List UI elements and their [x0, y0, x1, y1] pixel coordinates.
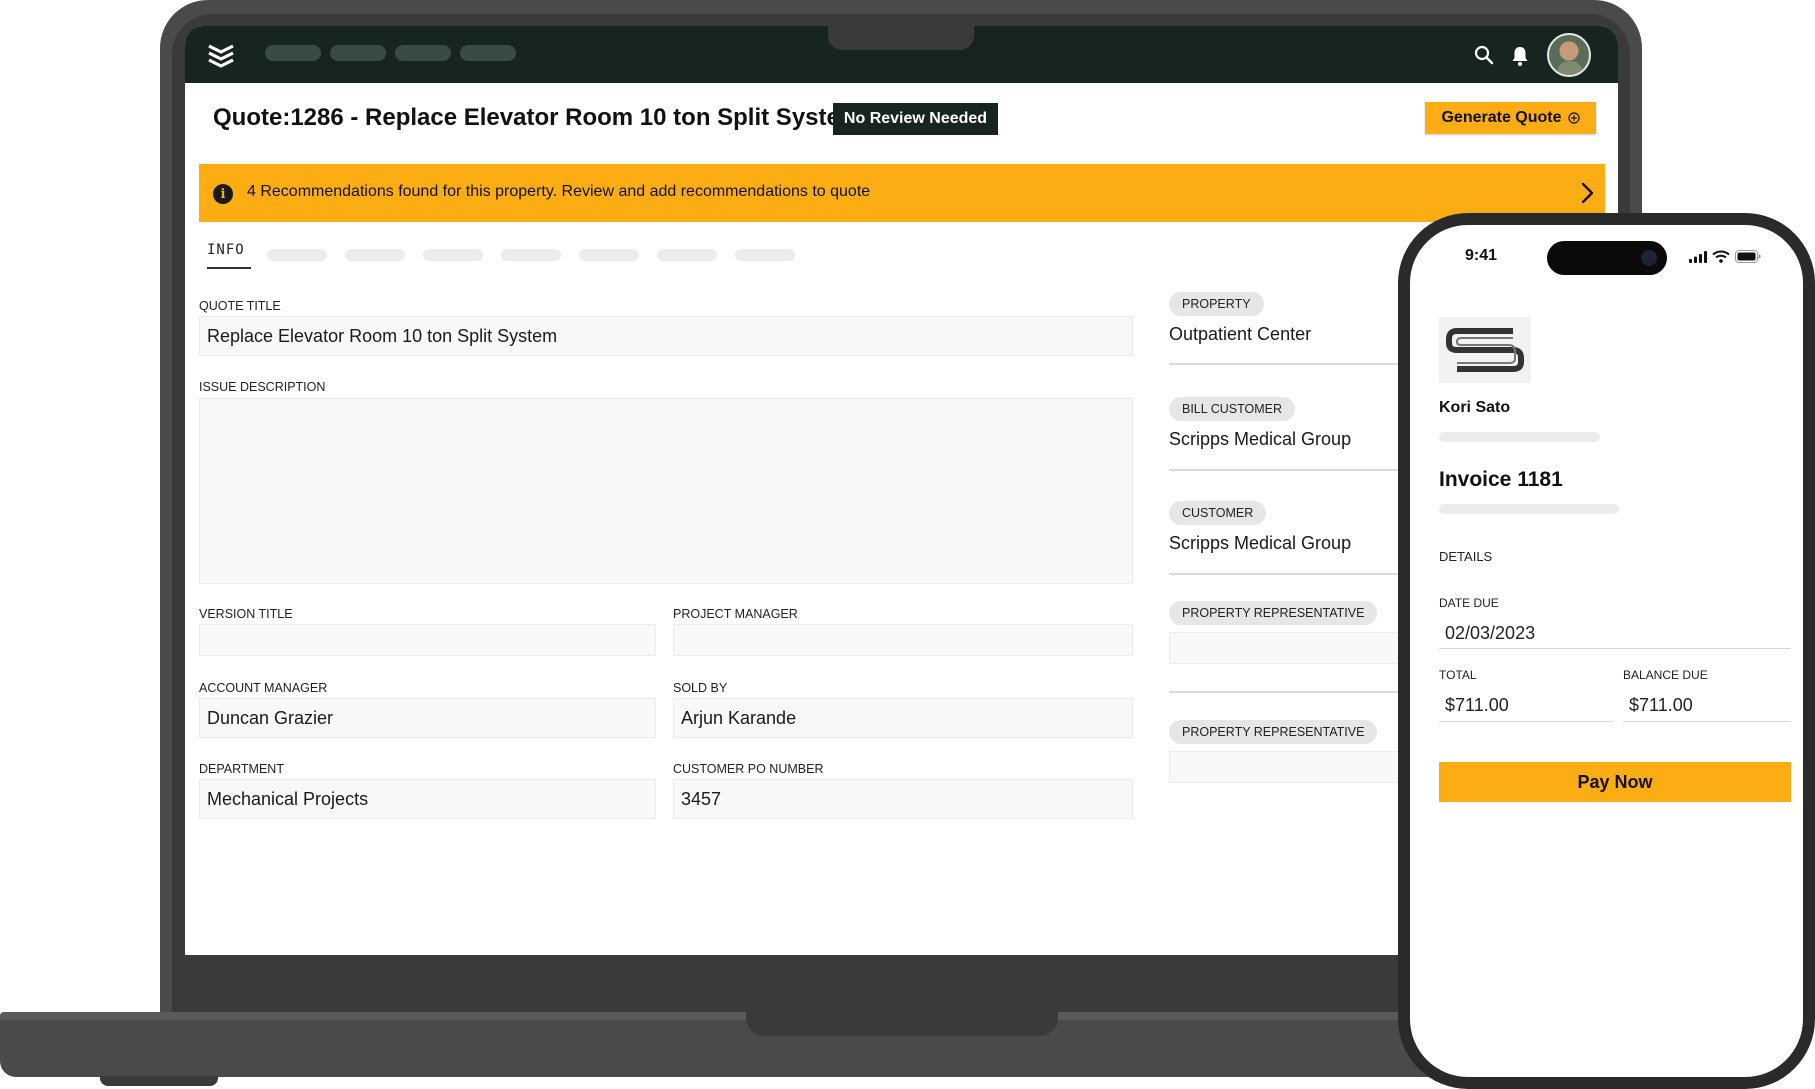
battery-icon [1735, 250, 1761, 263]
tab-placeholder[interactable] [267, 249, 327, 261]
phone-screen: 9:41 Kori Sato Invoice 1181 DETAILS DATE… [1410, 225, 1803, 1077]
page-title: Quote:1286 - Replace Elevator Room 10 to… [213, 104, 862, 131]
user-avatar[interactable] [1547, 33, 1591, 77]
camera-notch [828, 26, 974, 50]
tab-placeholder[interactable] [345, 249, 405, 261]
camera-icon [1641, 250, 1657, 266]
chevron-right-icon[interactable] [1579, 181, 1595, 205]
customer-value[interactable]: Scripps Medical Group [1169, 533, 1351, 554]
layers-logo-icon[interactable] [206, 40, 236, 70]
property-representative-field[interactable] [1169, 751, 1409, 783]
tab-placeholder[interactable] [735, 249, 795, 261]
info-icon: i [213, 184, 233, 204]
quote-title-label: QUOTE TITLE [199, 299, 281, 313]
sold-by-label: SOLD BY [673, 681, 728, 695]
tab-placeholder[interactable] [423, 249, 483, 261]
account-manager-field[interactable]: Duncan Grazier [199, 698, 656, 738]
recommendations-banner[interactable]: i 4 Recommendations found for this prope… [199, 164, 1605, 222]
bell-icon[interactable] [1510, 45, 1530, 67]
customer-po-label: CUSTOMER PO NUMBER [673, 762, 824, 776]
pay-now-button[interactable]: Pay Now [1439, 762, 1791, 802]
generate-quote-label: Generate Quote [1441, 109, 1562, 126]
plus-circle-icon [1567, 112, 1580, 124]
divider [1623, 721, 1791, 722]
status-badge: No Review Needed [833, 103, 998, 135]
bill-customer-value[interactable]: Scripps Medical Group [1169, 429, 1351, 450]
status-time: 9:41 [1465, 247, 1498, 264]
project-manager-label: PROJECT MANAGER [673, 607, 798, 621]
total-label: TOTAL [1439, 668, 1477, 682]
text-placeholder [1439, 504, 1619, 514]
divider [1169, 691, 1409, 693]
version-title-label: VERSION TITLE [199, 607, 293, 621]
customer-name: Kori Sato [1439, 399, 1511, 416]
department-field[interactable]: Mechanical Projects [199, 779, 656, 819]
nav-item-placeholder[interactable] [330, 45, 386, 61]
account-manager-label: ACCOUNT MANAGER [199, 681, 328, 695]
banner-text: 4 Recommendations found for this propert… [247, 183, 871, 200]
signal-icon [1689, 251, 1707, 263]
divider [1439, 721, 1613, 722]
wifi-icon [1712, 250, 1730, 263]
text-placeholder [1439, 432, 1600, 442]
customer-chip: CUSTOMER [1169, 501, 1267, 525]
nav-item-placeholder[interactable] [265, 45, 321, 61]
tab-placeholder[interactable] [501, 249, 561, 261]
invoice-title: Invoice 1181 [1439, 468, 1563, 491]
divider [1169, 573, 1409, 575]
balance-due-value: $711.00 [1629, 695, 1693, 715]
nav-item-placeholder[interactable] [460, 45, 516, 61]
property-value[interactable]: Outpatient Center [1169, 324, 1311, 345]
generate-quote-button[interactable]: Generate Quote [1425, 102, 1596, 134]
bill-customer-chip: BILL CUSTOMER [1169, 397, 1296, 421]
details-heading: DETAILS [1439, 549, 1493, 564]
search-icon[interactable] [1474, 45, 1494, 65]
divider [1169, 469, 1409, 471]
quote-title-field[interactable]: Replace Elevator Room 10 ton Split Syste… [199, 316, 1133, 356]
customer-po-field[interactable]: 3457 [673, 779, 1133, 819]
sold-by-field[interactable]: Arjun Karande [673, 698, 1133, 738]
version-title-field[interactable] [199, 624, 656, 656]
divider [1169, 363, 1409, 365]
property-representative-chip: PROPERTY REPRESENTATIVE [1169, 720, 1378, 744]
property-chip: PROPERTY [1169, 292, 1264, 316]
tab-info[interactable]: INFO [207, 242, 245, 258]
project-manager-field[interactable] [673, 624, 1133, 656]
issue-description-field[interactable] [199, 398, 1133, 584]
issue-description-label: ISSUE DESCRIPTION [199, 380, 326, 394]
dynamic-island [1547, 241, 1667, 275]
nav-item-placeholder[interactable] [395, 45, 451, 61]
date-due-label: DATE DUE [1439, 596, 1499, 610]
laptop-foot [100, 1076, 218, 1086]
laptop-opening-groove [746, 1012, 1058, 1036]
department-label: DEPARTMENT [199, 762, 284, 776]
property-representative-field[interactable] [1169, 632, 1409, 664]
balance-due-label: BALANCE DUE [1623, 668, 1708, 682]
date-due-value: 02/03/2023 [1445, 623, 1536, 643]
tab-placeholder[interactable] [579, 249, 639, 261]
company-logo [1439, 317, 1531, 383]
active-tab-indicator [207, 267, 251, 269]
property-representative-chip: PROPERTY REPRESENTATIVE [1169, 601, 1378, 625]
tab-placeholder[interactable] [657, 249, 717, 261]
total-value: $711.00 [1445, 695, 1509, 715]
divider [1439, 648, 1791, 649]
